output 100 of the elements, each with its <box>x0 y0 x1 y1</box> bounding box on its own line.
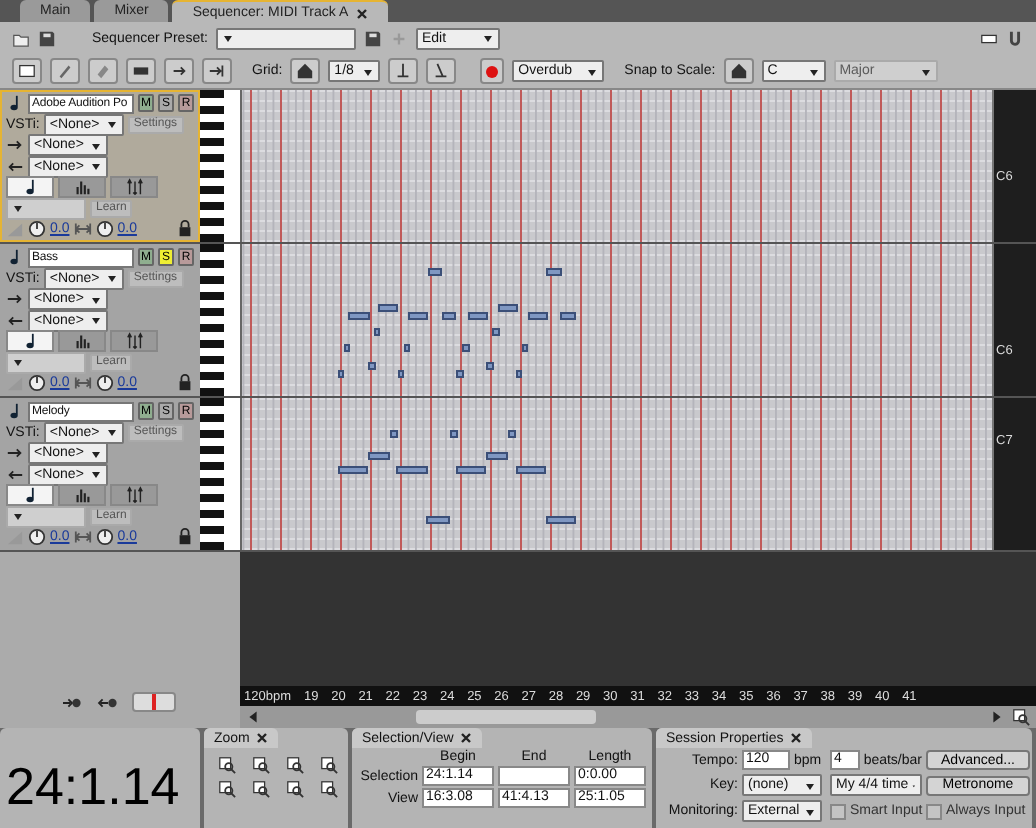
knob-icon[interactable] <box>28 220 46 238</box>
house-icon <box>729 62 748 80</box>
bars-icon <box>73 486 91 505</box>
music-note-icon <box>6 248 24 267</box>
piano-keys-drawing[interactable] <box>200 398 242 550</box>
close-icon[interactable] <box>255 732 268 744</box>
quantize-end-button[interactable] <box>426 58 457 84</box>
pencil-icon <box>56 62 74 80</box>
view-toggle[interactable] <box>110 330 158 353</box>
midi-note[interactable] <box>428 268 442 276</box>
bars-icon <box>73 332 91 351</box>
view-toggle[interactable] <box>110 484 158 507</box>
input-arrow-icon[interactable] <box>60 694 84 712</box>
midi-note[interactable] <box>396 466 428 474</box>
select-tool-button[interactable] <box>12 58 42 84</box>
save-icon[interactable] <box>363 29 382 47</box>
piano-keys-drawing[interactable] <box>200 90 242 242</box>
minimize-icon[interactable] <box>980 29 998 47</box>
caret-icon <box>586 65 599 77</box>
close-icon[interactable] <box>459 732 472 744</box>
zoom-in-icon[interactable] <box>216 756 238 774</box>
left-arrow-icon[interactable] <box>244 708 262 726</box>
view-toggle[interactable] <box>110 176 158 199</box>
zoom-in-right-icon[interactable] <box>250 780 272 798</box>
midi-note[interactable] <box>546 268 562 276</box>
midi-note[interactable] <box>516 466 546 474</box>
midi-note[interactable] <box>344 344 350 352</box>
end-field[interactable] <box>498 766 570 786</box>
piano-keys-drawing[interactable] <box>200 244 242 396</box>
preset-dropdown[interactable] <box>215 27 356 49</box>
right-arrow-icon <box>6 290 24 309</box>
midi-note[interactable] <box>368 362 376 370</box>
eraser-icon <box>94 62 112 80</box>
caret-icon <box>804 779 816 791</box>
midi-note[interactable] <box>450 430 458 438</box>
arrow-icon <box>170 62 188 80</box>
midi-note[interactable] <box>338 466 368 474</box>
midi-note[interactable] <box>368 452 390 460</box>
view-toggle[interactable] <box>58 330 106 353</box>
midi-note[interactable] <box>398 370 404 378</box>
left-arrow-icon <box>6 311 24 330</box>
midi-note[interactable] <box>486 362 494 370</box>
midi-note[interactable] <box>374 328 380 336</box>
knob-icon[interactable] <box>28 374 46 392</box>
zoom-out-icon[interactable] <box>250 756 272 774</box>
knob-icon[interactable] <box>95 374 114 392</box>
view-toggle[interactable] <box>58 176 106 199</box>
up-down-arrows-icon <box>125 332 143 351</box>
zoom-vertical-in-icon[interactable] <box>284 780 306 798</box>
midi-note[interactable] <box>456 370 464 378</box>
caret-icon <box>481 32 494 44</box>
play-from-button[interactable] <box>164 58 194 84</box>
zoom-full-icon[interactable] <box>318 756 340 774</box>
quantize-button[interactable] <box>388 58 419 84</box>
midi-note[interactable] <box>338 370 344 378</box>
midi-note[interactable] <box>348 312 370 320</box>
output-arrow-icon[interactable] <box>96 694 120 712</box>
view-toggle[interactable] <box>6 176 54 199</box>
scale-snap-button[interactable] <box>723 58 754 84</box>
view-toggle[interactable] <box>6 330 54 353</box>
close-icon[interactable] <box>356 7 369 19</box>
pencil-tool-button[interactable] <box>50 58 80 84</box>
lock-icon[interactable] <box>176 220 194 238</box>
midi-note[interactable] <box>522 344 528 352</box>
fader[interactable] <box>132 692 176 712</box>
midi-note[interactable] <box>486 452 508 460</box>
close-icon[interactable] <box>789 732 802 744</box>
folder-icon[interactable] <box>12 29 30 47</box>
right-arrow-icon[interactable] <box>988 708 1006 726</box>
zoom-vertical-out-icon[interactable] <box>318 780 340 798</box>
knob-icon[interactable] <box>95 220 114 238</box>
zoom-selection-icon[interactable] <box>284 756 306 774</box>
record-button[interactable] <box>480 58 505 84</box>
horizontal-scrollbar[interactable] <box>240 706 1036 728</box>
magnet-icon[interactable] <box>1006 29 1024 47</box>
lock-icon[interactable] <box>176 374 194 392</box>
save-icon[interactable] <box>38 29 56 47</box>
midi-note[interactable] <box>508 430 516 438</box>
right-arrow-icon <box>6 136 24 155</box>
midi-note[interactable] <box>456 466 486 474</box>
zoom-icon[interactable] <box>1010 708 1032 726</box>
view-toggle[interactable] <box>6 484 54 507</box>
right-arrow-icon <box>6 444 24 463</box>
grid-snap-button[interactable] <box>290 58 321 84</box>
slash-icon <box>432 62 451 80</box>
midi-note[interactable] <box>426 516 450 524</box>
arrow-bar-icon <box>208 62 226 80</box>
knob-icon[interactable] <box>28 528 46 546</box>
clip-button[interactable] <box>126 58 156 84</box>
lock-icon[interactable] <box>176 528 194 546</box>
view-toggle[interactable] <box>58 484 106 507</box>
knob-icon[interactable] <box>95 528 114 546</box>
zoom-in-left-icon[interactable] <box>216 780 238 798</box>
midi-note[interactable] <box>404 344 410 352</box>
clip-icon <box>132 62 150 80</box>
end-button[interactable] <box>202 58 232 84</box>
midi-note[interactable] <box>390 430 398 438</box>
midi-note[interactable] <box>516 370 522 378</box>
midi-note[interactable] <box>546 516 576 524</box>
midi-note[interactable] <box>462 344 470 352</box>
